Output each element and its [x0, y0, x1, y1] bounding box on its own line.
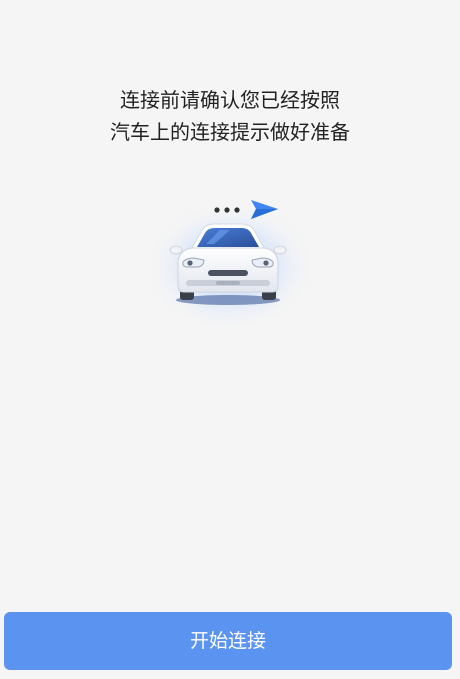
start-connection-button[interactable]: 开始连接	[4, 612, 452, 670]
connection-instructions: 连接前请确认您已经按照 汽车上的连接提示做好准备	[0, 84, 460, 148]
instruction-line-1: 连接前请确认您已经按照	[120, 88, 340, 112]
car-connection-illustration	[140, 178, 320, 328]
ellipsis-icon	[214, 207, 240, 213]
instruction-line-2: 汽车上的连接提示做好准备	[110, 120, 350, 144]
car-illustration-svg	[144, 194, 316, 326]
connect-screen: 连接前请确认您已经按照 汽车上的连接提示做好准备 开始连接	[0, 0, 460, 679]
